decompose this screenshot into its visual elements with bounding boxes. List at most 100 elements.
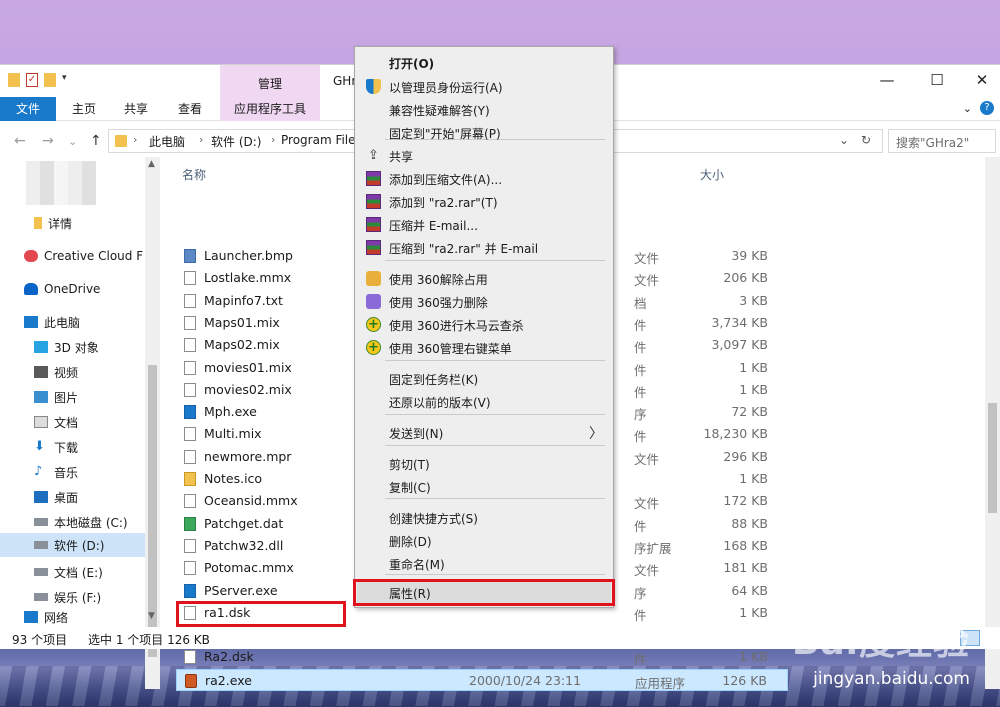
context-menu-item[interactable]: 重命名(M) xyxy=(357,552,611,575)
nav-item-desktop[interactable]: 桌面 xyxy=(0,485,145,509)
nav-item-label: OneDrive xyxy=(44,282,101,296)
context-menu-item[interactable]: 创建快捷方式(S) xyxy=(357,506,611,529)
context-menu-item[interactable]: 还原以前的版本(V) xyxy=(357,390,611,413)
nav-item-details[interactable]: 详情 xyxy=(0,211,145,235)
nav-item-downloads[interactable]: ⬇ 下载 xyxy=(0,435,145,459)
manage-label: 管理 xyxy=(257,77,282,91)
close-button[interactable]: ✕ xyxy=(959,71,1000,93)
nav-item-creative-cloud[interactable]: Creative Cloud F xyxy=(0,244,145,268)
submenu-arrow-icon: 〉 xyxy=(589,426,603,442)
onedrive-icon xyxy=(24,283,38,295)
tab-home[interactable]: 主页 xyxy=(60,97,108,121)
properties-check-icon[interactable]: ✓ xyxy=(26,73,38,87)
tab-file[interactable]: 文件 xyxy=(0,97,56,121)
breadcrumb-program-files[interactable]: Program File xyxy=(281,133,356,147)
file-size: 72 KB xyxy=(731,404,768,420)
expand-ribbon-icon[interactable]: ⌄ xyxy=(963,102,972,115)
scroll-down-icon[interactable]: ▼ xyxy=(148,611,155,621)
file-txt-icon xyxy=(184,538,196,553)
address-dropdown-icon[interactable]: ⌄ xyxy=(839,133,849,147)
creative-cloud-icon xyxy=(24,250,38,262)
file-name: Multi.mix xyxy=(204,426,262,442)
context-menu-item[interactable]: 复制(C) xyxy=(357,475,611,498)
context-menu-item[interactable]: 压缩并 E-mail... xyxy=(357,213,611,236)
file-type: 序 xyxy=(634,585,647,601)
nav-item-3d-objects[interactable]: 3D 对象 xyxy=(0,335,145,359)
drive-icon xyxy=(34,541,48,549)
nav-item-pictures[interactable]: 图片 xyxy=(0,385,145,409)
context-menu-item[interactable]: 使用 360强力删除 xyxy=(357,290,611,313)
tab-application-tools[interactable]: 应用程序工具 xyxy=(220,97,320,121)
file-list-scroll-thumb[interactable] xyxy=(988,403,997,513)
context-menu-item[interactable]: ⇪ 共享 xyxy=(357,144,611,167)
context-menu-item[interactable]: 固定到任务栏(K) xyxy=(357,367,611,390)
help-icon[interactable]: ? xyxy=(980,101,994,115)
maximize-button[interactable]: ☐ xyxy=(914,71,960,93)
context-menu-item[interactable]: 添加到压缩文件(A)... xyxy=(357,167,611,190)
nav-scrollbar[interactable]: ▲ ▼ xyxy=(145,157,160,689)
forward-arrow-icon[interactable]: → xyxy=(42,133,54,149)
winrar-icon xyxy=(366,240,381,255)
context-menu-item[interactable]: 删除(D) xyxy=(357,529,611,552)
nav-item-this-pc[interactable]: 此电脑 xyxy=(0,310,145,334)
nav-item-onedrive[interactable]: OneDrive xyxy=(0,277,145,301)
nav-item-label: Creative Cloud F xyxy=(44,249,144,263)
file-type: 文件 xyxy=(634,251,660,266)
refresh-icon[interactable]: ↻ xyxy=(861,133,871,147)
nav-item-network[interactable]: 网络 xyxy=(0,609,145,625)
nav-item-drive-d-selected[interactable]: 软件 (D:) xyxy=(0,533,145,557)
nav-item-music[interactable]: ♪ 音乐 xyxy=(0,460,145,484)
context-menu-item[interactable]: 发送到(N) 〉 xyxy=(357,421,611,444)
nav-item-videos[interactable]: 视频 xyxy=(0,360,145,384)
file-size: 296 KB xyxy=(723,448,768,464)
up-arrow-icon[interactable]: ↑ xyxy=(90,133,102,149)
context-menu-item[interactable]: 打开(O) xyxy=(357,51,611,74)
breadcrumb-separator-icon: › xyxy=(199,133,204,146)
context-menu-item[interactable]: 固定到"开始"屏幕(P) xyxy=(357,121,611,144)
tab-view[interactable]: 查看 xyxy=(166,97,214,121)
minimize-button[interactable]: — xyxy=(864,71,910,93)
recent-locations-icon[interactable]: ⌄ xyxy=(68,135,77,148)
context-menu-item[interactable]: 以管理员身份运行(A) xyxy=(357,75,611,98)
context-menu-item-label: 复制(C) xyxy=(389,481,431,495)
file-name: Mph.exe xyxy=(204,404,257,420)
file-row[interactable]: Ra2.dsk 件 1 KB xyxy=(176,646,788,668)
search-input[interactable]: 搜索"GHra2" xyxy=(888,129,996,153)
back-arrow-icon[interactable]: ← xyxy=(14,133,26,149)
breadcrumb-this-pc[interactable]: 此电脑 xyxy=(149,133,185,150)
item-count: 93 个项目 xyxy=(12,633,68,647)
chevron-down-icon[interactable]: ▾ xyxy=(62,73,67,87)
context-menu-item[interactable]: 添加到 "ra2.rar"(T) xyxy=(357,190,611,213)
new-folder-icon[interactable] xyxy=(44,73,56,87)
file-txt-icon xyxy=(184,650,196,665)
downloads-icon: ⬇ xyxy=(34,439,45,454)
nav-item-label: 本地磁盘 (C:) xyxy=(54,515,128,530)
context-menu-item[interactable]: 使用 360管理右键菜单 xyxy=(357,336,611,359)
context-menu-item-label: 使用 360解除占用 xyxy=(389,273,488,287)
column-header-size[interactable]: 大小 xyxy=(700,166,724,183)
context-menu-item[interactable]: 使用 360解除占用 xyxy=(357,267,611,290)
context-menu-item[interactable]: 压缩到 "ra2.rar" 并 E-mail xyxy=(357,236,611,259)
context-menu-item[interactable]: 使用 360进行木马云查杀 xyxy=(357,313,611,336)
file-type: 件 xyxy=(634,384,647,400)
file-list-scrollbar[interactable] xyxy=(985,157,1000,689)
column-header-name[interactable]: 名称 xyxy=(182,166,206,183)
file-row[interactable]: ra2.exe 2000/10/24 23:11 应用程序 126 KB xyxy=(176,668,788,691)
context-menu-item-label: 添加到压缩文件(A)... xyxy=(389,173,503,187)
menu-separator xyxy=(385,445,605,446)
tab-share[interactable]: 共享 xyxy=(112,97,160,121)
360-unlock-icon xyxy=(366,271,381,286)
nav-item-documents[interactable]: 文档 xyxy=(0,410,145,434)
file-name: Patchw32.dll xyxy=(204,537,284,553)
nav-item-drive-c[interactable]: 本地磁盘 (C:) xyxy=(0,510,145,534)
context-menu-item[interactable]: 剪切(T) xyxy=(357,452,611,475)
context-menu-item[interactable]: 兼容性疑难解答(Y) xyxy=(357,98,611,121)
scroll-up-icon[interactable]: ▲ xyxy=(148,159,155,169)
context-menu: 打开(O) 以管理员身份运行(A) 兼容性疑难解答(Y) 固定到"开始"屏幕(P) ⇪ 共… xyxy=(354,46,614,608)
nav-item-label: 网络 xyxy=(44,610,69,625)
nav-item-drive-f[interactable]: 娱乐 (F:) xyxy=(0,585,145,609)
nav-item-drive-e[interactable]: 文档 (E:) xyxy=(0,560,145,584)
drive-icon xyxy=(34,593,48,601)
file-bmp-icon xyxy=(184,249,196,263)
breadcrumb-drive-d[interactable]: 软件 (D:) xyxy=(211,133,261,150)
